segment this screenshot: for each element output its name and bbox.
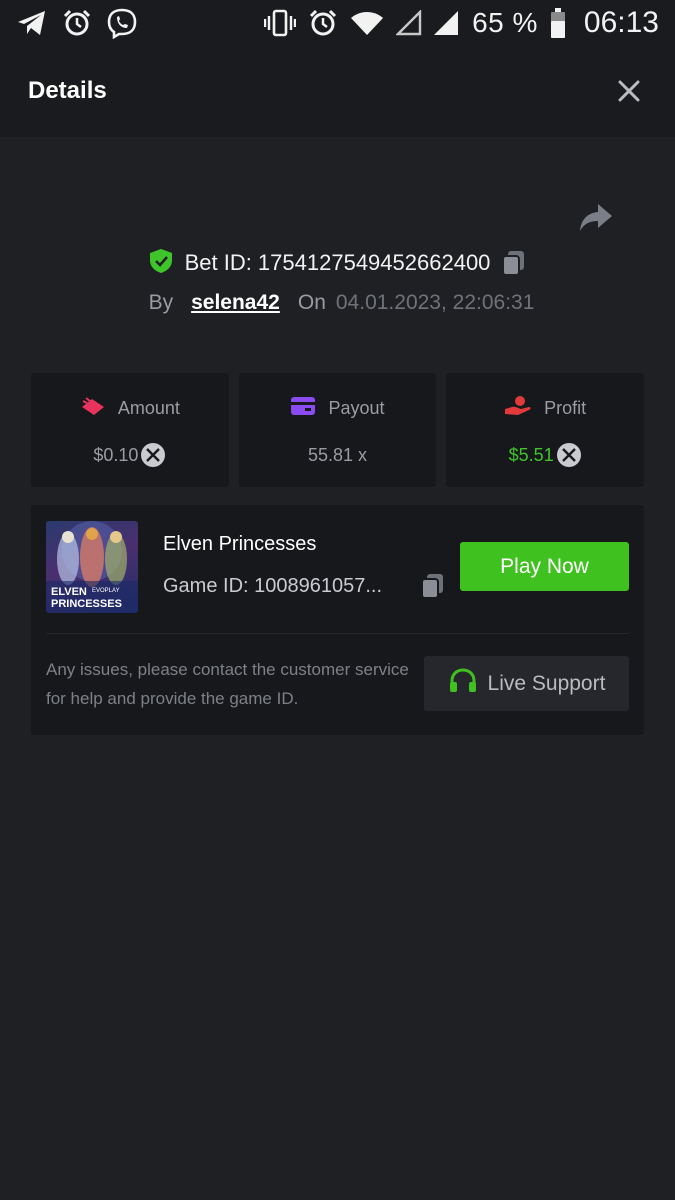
copy-bet-id-button[interactable] [502, 250, 526, 276]
payout-card: Payout 55.81 x [238, 373, 437, 487]
profit-value: $5.51 [508, 444, 554, 465]
bet-stats: Amount $0.10 Payout 55.81 x Profit $5.51 [31, 373, 645, 487]
bet-id-row: Bet ID: 1754127549452662400 [0, 246, 675, 280]
viber-icon [106, 7, 138, 39]
telegram-icon [16, 9, 48, 37]
details-header: Details [0, 45, 675, 137]
by-label: By [148, 291, 174, 314]
amount-card: Amount $0.10 [31, 373, 229, 487]
game-art-brand: EVOPLAY [92, 588, 120, 594]
battery-percent: 65 % [472, 6, 538, 38]
amount-icon [80, 395, 106, 422]
profit-label: Profit [544, 397, 587, 418]
bet-meta-row: By selena42 On 04.01.2023, 22:06:31 [0, 286, 675, 320]
amount-label: Amount [117, 397, 180, 418]
live-support-button[interactable]: Live Support [424, 656, 629, 711]
game-id: Game ID: 1008961057... [163, 574, 383, 597]
payout-label: Payout [328, 397, 385, 418]
copy-icon [502, 251, 525, 276]
username-link[interactable]: selena42 [191, 291, 280, 315]
clock: 06:13 [583, 5, 659, 39]
profit-icon [504, 395, 532, 422]
battery-icon [550, 7, 566, 38]
signal-icon [434, 10, 460, 36]
game-name: Elven Princesses [163, 533, 317, 555]
share-icon [580, 204, 612, 231]
copy-icon [421, 574, 443, 599]
page-title: Details [28, 77, 107, 104]
copy-game-id-button[interactable] [421, 573, 445, 599]
play-now-button[interactable]: Play Now [460, 542, 629, 591]
profit-card: Profit $5.51 [446, 373, 645, 487]
game-thumbnail[interactable]: ELVEN EVOPLAY PRINCESSES [46, 521, 138, 613]
payout-icon [290, 396, 316, 421]
close-icon [618, 80, 640, 102]
game-id-row: Game ID: 1008961057... [163, 573, 445, 599]
game-art: ELVEN EVOPLAY PRINCESSES [46, 521, 138, 613]
alarm-icon [308, 8, 338, 38]
currency-coin-icon [140, 442, 166, 468]
wifi-icon [350, 10, 384, 36]
signal-empty-icon [396, 9, 422, 36]
game-panel: ELVEN EVOPLAY PRINCESSES Elven Princesse… [31, 505, 644, 735]
vibrate-icon [264, 9, 297, 37]
verified-shield-icon [149, 248, 173, 279]
live-support-label: Live Support [487, 671, 606, 695]
game-art-title-1: ELVEN [51, 586, 87, 598]
currency-coin-icon [556, 442, 582, 468]
status-bar: 65 % 06:13 [0, 0, 675, 45]
on-label: On [297, 291, 326, 314]
share-button[interactable] [576, 200, 616, 236]
bet-id: Bet ID: 1754127549452662400 [184, 250, 491, 275]
help-text: Any issues, please contact the customer … [46, 660, 409, 708]
bet-datetime: 04.01.2023, 22:06:31 [335, 291, 535, 314]
alarm-icon [62, 8, 92, 38]
divider [46, 633, 629, 634]
amount-value: $0.10 [93, 444, 139, 465]
payout-value: 55.81 x [307, 444, 368, 465]
headset-icon [448, 667, 478, 701]
close-button[interactable] [611, 73, 647, 109]
game-art-title-2: PRINCESSES [51, 598, 122, 610]
